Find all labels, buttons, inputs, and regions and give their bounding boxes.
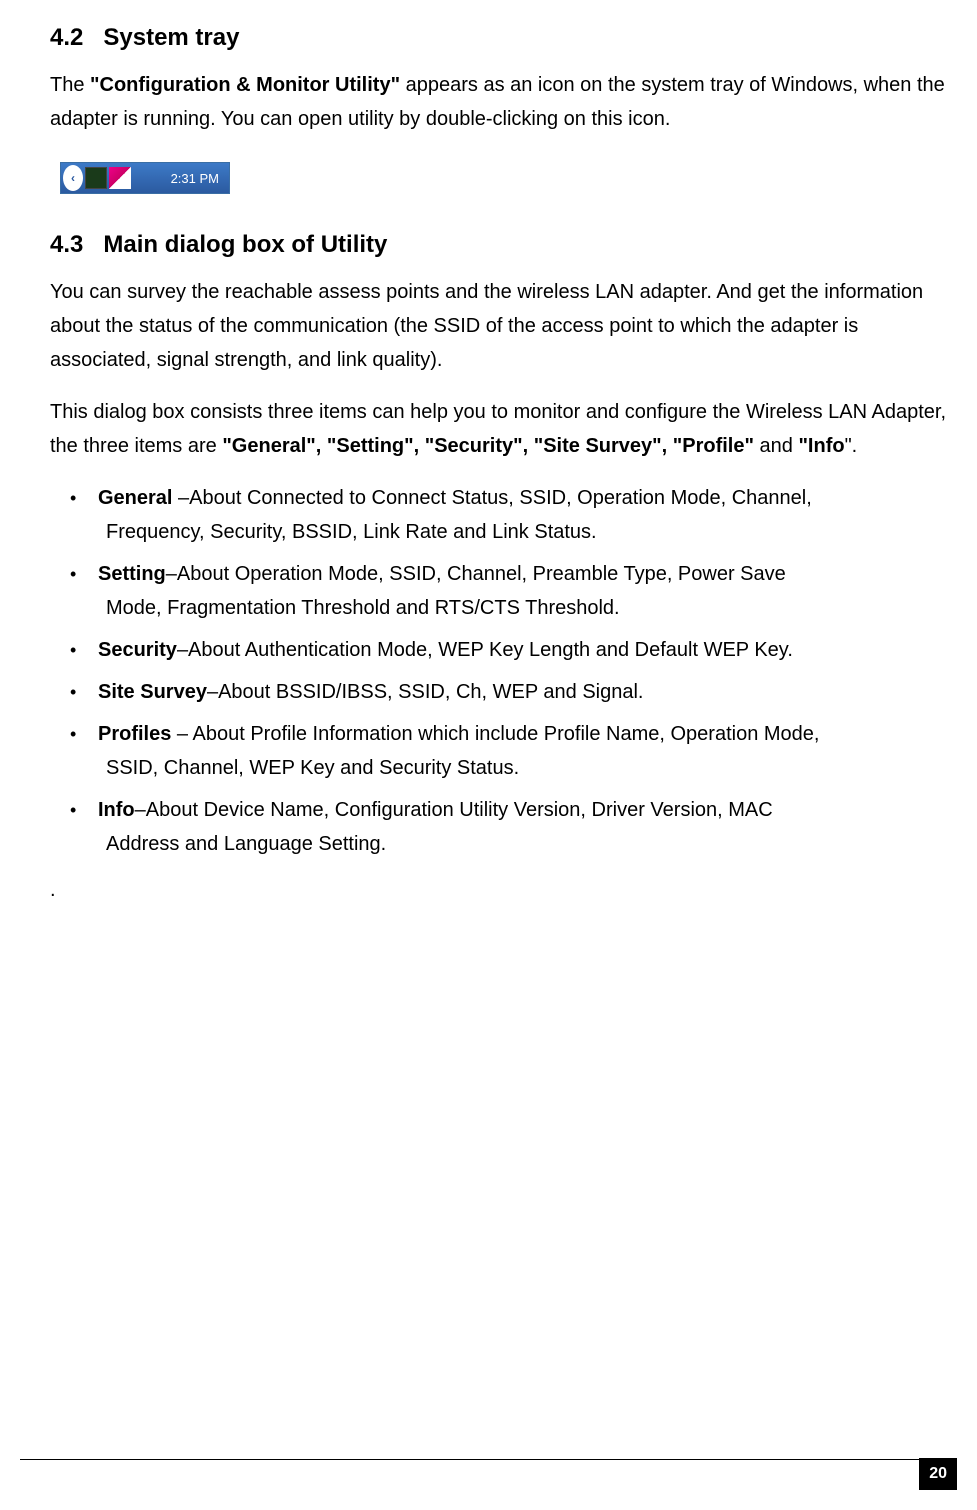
list-item: Setting–About Operation Mode, SSID, Chan… xyxy=(70,557,947,625)
chevron-left-icon: ‹ xyxy=(63,165,83,191)
monitor-icon xyxy=(85,167,107,189)
systray-screenshot: ‹ 2:31 PM xyxy=(60,162,230,194)
list-item: Security–About Authentication Mode, WEP … xyxy=(70,633,947,667)
utility-name: "Configuration & Monitor Utility" xyxy=(90,74,400,96)
paragraph-systray: The "Configuration & Monitor Utility" ap… xyxy=(50,68,947,136)
systray-clock: 2:31 PM xyxy=(171,169,219,189)
page-number: 20 xyxy=(919,1458,957,1490)
trailing-period: . xyxy=(50,873,947,907)
list-item: General –About Connected to Connect Stat… xyxy=(70,481,947,549)
section-heading-4-3: 4.3 Main dialog box of Utility xyxy=(50,227,947,263)
list-item: Profiles – About Profile Information whi… xyxy=(70,717,947,785)
utility-tray-icon xyxy=(109,167,131,189)
section-heading-4-2: 4.2 System tray xyxy=(50,20,947,56)
paragraph-items: This dialog box consists three items can… xyxy=(50,395,947,463)
section-title: System tray xyxy=(103,24,239,51)
tray-icons xyxy=(85,167,131,189)
section-title: Main dialog box of Utility xyxy=(103,231,387,258)
section-number: 4.3 xyxy=(50,227,83,263)
list-item: Info–About Device Name, Configuration Ut… xyxy=(70,793,947,861)
paragraph-survey: You can survey the reachable assess poin… xyxy=(50,275,947,377)
section-number: 4.2 xyxy=(50,20,83,56)
feature-list: General –About Connected to Connect Stat… xyxy=(50,481,947,861)
list-item: Site Survey–About BSSID/IBSS, SSID, Ch, … xyxy=(70,675,947,709)
footer-divider xyxy=(20,1459,957,1460)
